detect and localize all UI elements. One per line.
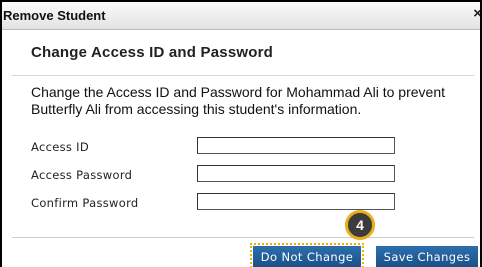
- heading-divider: [12, 75, 474, 76]
- description-text: Change the Access ID and Password for Mo…: [31, 84, 445, 117]
- section-heading: Change Access ID and Password: [31, 44, 273, 61]
- confirm-password-input[interactable]: [197, 193, 395, 210]
- confirm-password-label: Confirm Password: [31, 196, 139, 210]
- access-id-label: Access ID: [31, 140, 89, 154]
- footer-divider: [12, 237, 474, 238]
- close-icon[interactable]: ×: [473, 6, 480, 22]
- dialog-title: Remove Student: [3, 8, 106, 23]
- step-number-badge: 4: [345, 210, 375, 240]
- access-password-input[interactable]: [197, 165, 395, 182]
- access-password-label: Access Password: [31, 168, 133, 182]
- do-not-change-button[interactable]: Do Not Change: [250, 243, 364, 267]
- save-changes-button[interactable]: Save Changes: [376, 246, 478, 267]
- access-id-input[interactable]: [197, 137, 395, 154]
- dialog-titlebar: Remove Student ×: [2, 2, 480, 30]
- remove-student-dialog: Remove Student × Change Access ID and Pa…: [2, 2, 480, 267]
